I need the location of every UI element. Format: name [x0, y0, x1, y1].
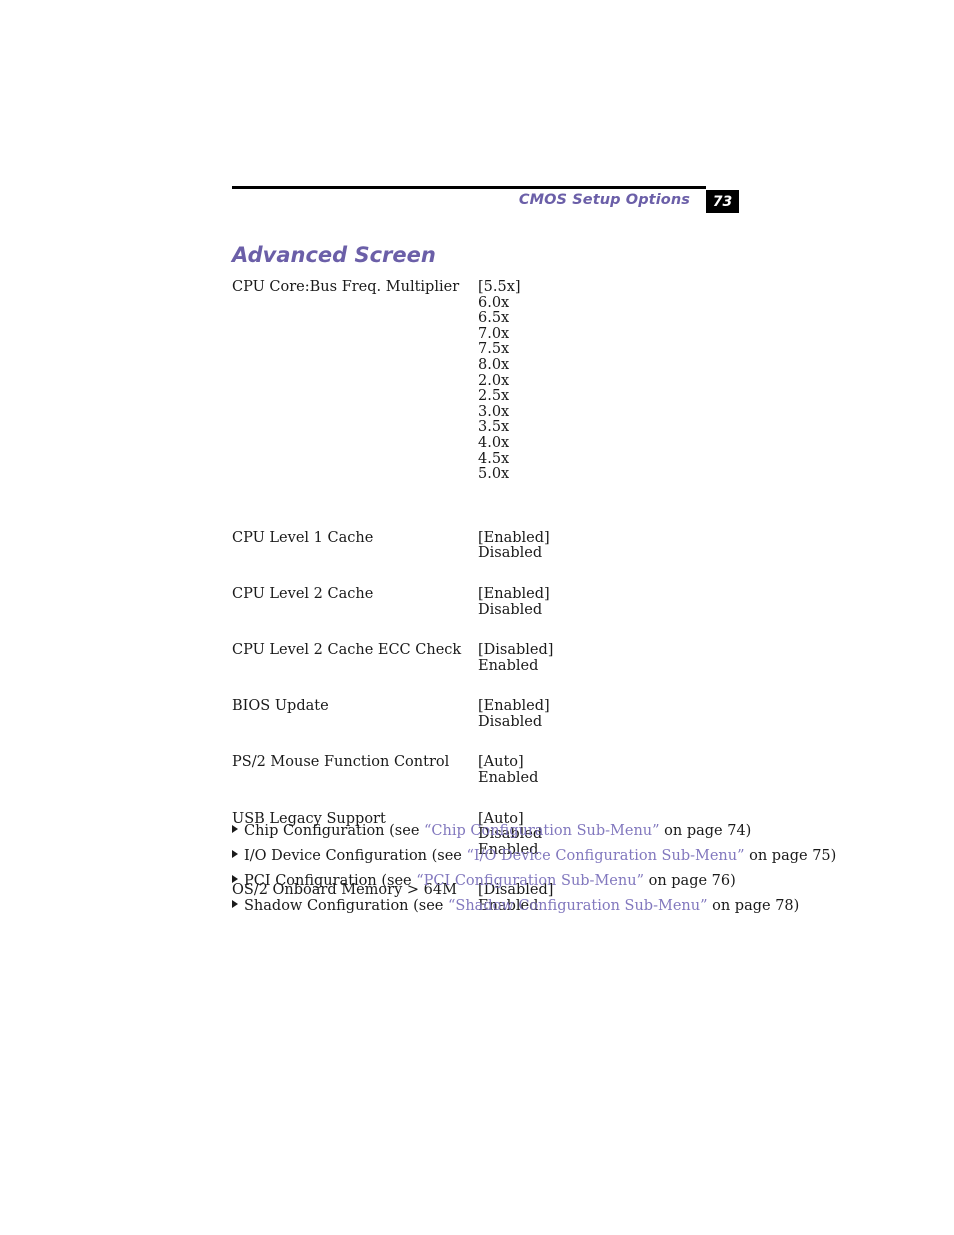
document-page: CMOS Setup Options 73 Advanced Screen CP… [0, 0, 954, 1235]
bios-option-selected-value[interactable]: [Auto] [478, 755, 752, 771]
bios-option-values: [Auto] Enabled [478, 755, 752, 786]
cross-reference-suffix: on page 74) [659, 823, 752, 839]
cross-reference-prefix: Chip Configuration (see [244, 823, 425, 839]
bios-option-value[interactable]: Disabled [478, 714, 752, 731]
bios-option-label: CPU Level 2 Cache ECC Check [232, 642, 462, 659]
bios-option-values: [Enabled] Disabled [478, 699, 752, 730]
cross-reference-link[interactable]: “Chip Configuration Sub-Menu” [424, 823, 660, 839]
cross-reference-prefix: I/O Device Configuration (see [244, 848, 467, 864]
cross-reference-link[interactable]: “I/O Device Configuration Sub-Menu” [467, 848, 745, 864]
cross-reference-list: Chip Configuration (see “Chip Configurat… [232, 823, 836, 923]
bios-option-value[interactable]: Enabled [478, 658, 752, 675]
bios-option-value[interactable]: 7.0x [478, 326, 752, 343]
running-header: CMOS Setup Options 73 [232, 186, 740, 218]
cross-reference-prefix: PCI Configuration (see [244, 873, 417, 889]
bios-option-group: CPU Level 2 Cache [Enabled] Disabled [232, 585, 752, 619]
bios-option-value[interactable]: 4.0x [478, 435, 752, 452]
bios-option-value[interactable]: Disabled [478, 602, 752, 619]
bios-option-value[interactable]: 3.0x [478, 404, 752, 421]
section-heading: Advanced Screen [232, 243, 436, 267]
triangle-bullet-icon [232, 850, 238, 858]
cross-reference-suffix: on page 75) [744, 848, 837, 864]
bios-option-selected-value[interactable]: [Enabled] [478, 699, 752, 715]
triangle-bullet-icon [232, 875, 238, 883]
bios-option-value[interactable]: 6.5x [478, 311, 752, 327]
bios-option-value[interactable]: Disabled [478, 546, 752, 562]
triangle-bullet-icon [232, 825, 238, 833]
bios-option-label: PS/2 Mouse Function Control [232, 754, 450, 771]
bios-option-selected-value[interactable]: [Enabled] [478, 530, 752, 547]
cross-reference-item[interactable]: I/O Device Configuration (see “I/O Devic… [232, 848, 836, 864]
cross-reference-prefix: Shadow Configuration (see [244, 898, 448, 914]
header-title: CMOS Setup Options [518, 192, 690, 208]
page-number-badge: 73 [706, 190, 739, 213]
cross-reference-suffix: on page 78) [707, 898, 800, 914]
bios-option-group: CPU Core:Bus Freq. Multiplier [5.5x] 6.0x 6… [232, 279, 752, 483]
page-number: 73 [712, 193, 733, 210]
bios-option-label: BIOS Update [232, 698, 329, 715]
bios-option-label: CPU Core:Bus Freq. Multiplier [232, 279, 460, 295]
bios-option-label: CPU Level 2 Cache [232, 585, 374, 602]
bios-option-group: PS/2 Mouse Function Control [Auto] Enabled [232, 755, 752, 786]
cross-reference-item[interactable]: Chip Configuration (see “Chip Configurat… [232, 823, 752, 839]
bios-option-values: [Enabled] Disabled [478, 586, 752, 619]
cross-reference-link[interactable]: “Shadow Configuration Sub-Menu” [448, 898, 708, 914]
bios-option-group: BIOS Update [Enabled] Disabled [232, 699, 752, 730]
bios-option-value[interactable]: 2.0x [478, 373, 752, 390]
bios-option-value[interactable]: Enabled [478, 770, 752, 787]
bios-option-group: CPU Level 1 Cache [Enabled] Disabled [232, 529, 752, 562]
bios-option-label: CPU Level 1 Cache [232, 529, 374, 546]
bios-option-values: [Disabled] Enabled [478, 642, 752, 675]
bios-option-selected-value[interactable]: [5.5x] [478, 279, 752, 296]
bios-option-selected-value[interactable]: [Disabled] [478, 642, 752, 659]
bios-option-value[interactable]: 8.0x [478, 357, 752, 374]
bios-option-value[interactable]: 4.5x [478, 451, 752, 468]
bios-option-values: [5.5x] 6.0x 6.5x 7.0x 7.5x 8.0x 2.0x 2.5x 3.0x 3.… [478, 279, 752, 483]
bios-option-value[interactable]: 3.5x [478, 420, 752, 436]
bios-option-values: [Enabled] Disabled [478, 530, 752, 562]
header-rule [232, 186, 706, 189]
cross-reference-item[interactable]: PCI Configuration (see “PCI Configuratio… [232, 873, 752, 889]
triangle-bullet-icon [232, 900, 238, 908]
bios-option-value[interactable]: 2.5x [478, 389, 752, 405]
bios-option-group: CPU Level 2 Cache ECC Check [Disabled] Ena… [232, 642, 752, 675]
cross-reference-suffix: on page 76) [643, 873, 736, 889]
cross-reference-item[interactable]: Shadow Configuration (see “Shadow Config… [232, 898, 799, 914]
bios-option-selected-value[interactable]: [Enabled] [478, 586, 752, 603]
bios-option-value[interactable]: 6.0x [478, 295, 752, 312]
cross-reference-link[interactable]: “PCI Configuration Sub-Menu” [416, 873, 644, 889]
bios-option-value[interactable]: 5.0x [478, 467, 752, 483]
bios-option-value[interactable]: 7.5x [478, 342, 752, 358]
